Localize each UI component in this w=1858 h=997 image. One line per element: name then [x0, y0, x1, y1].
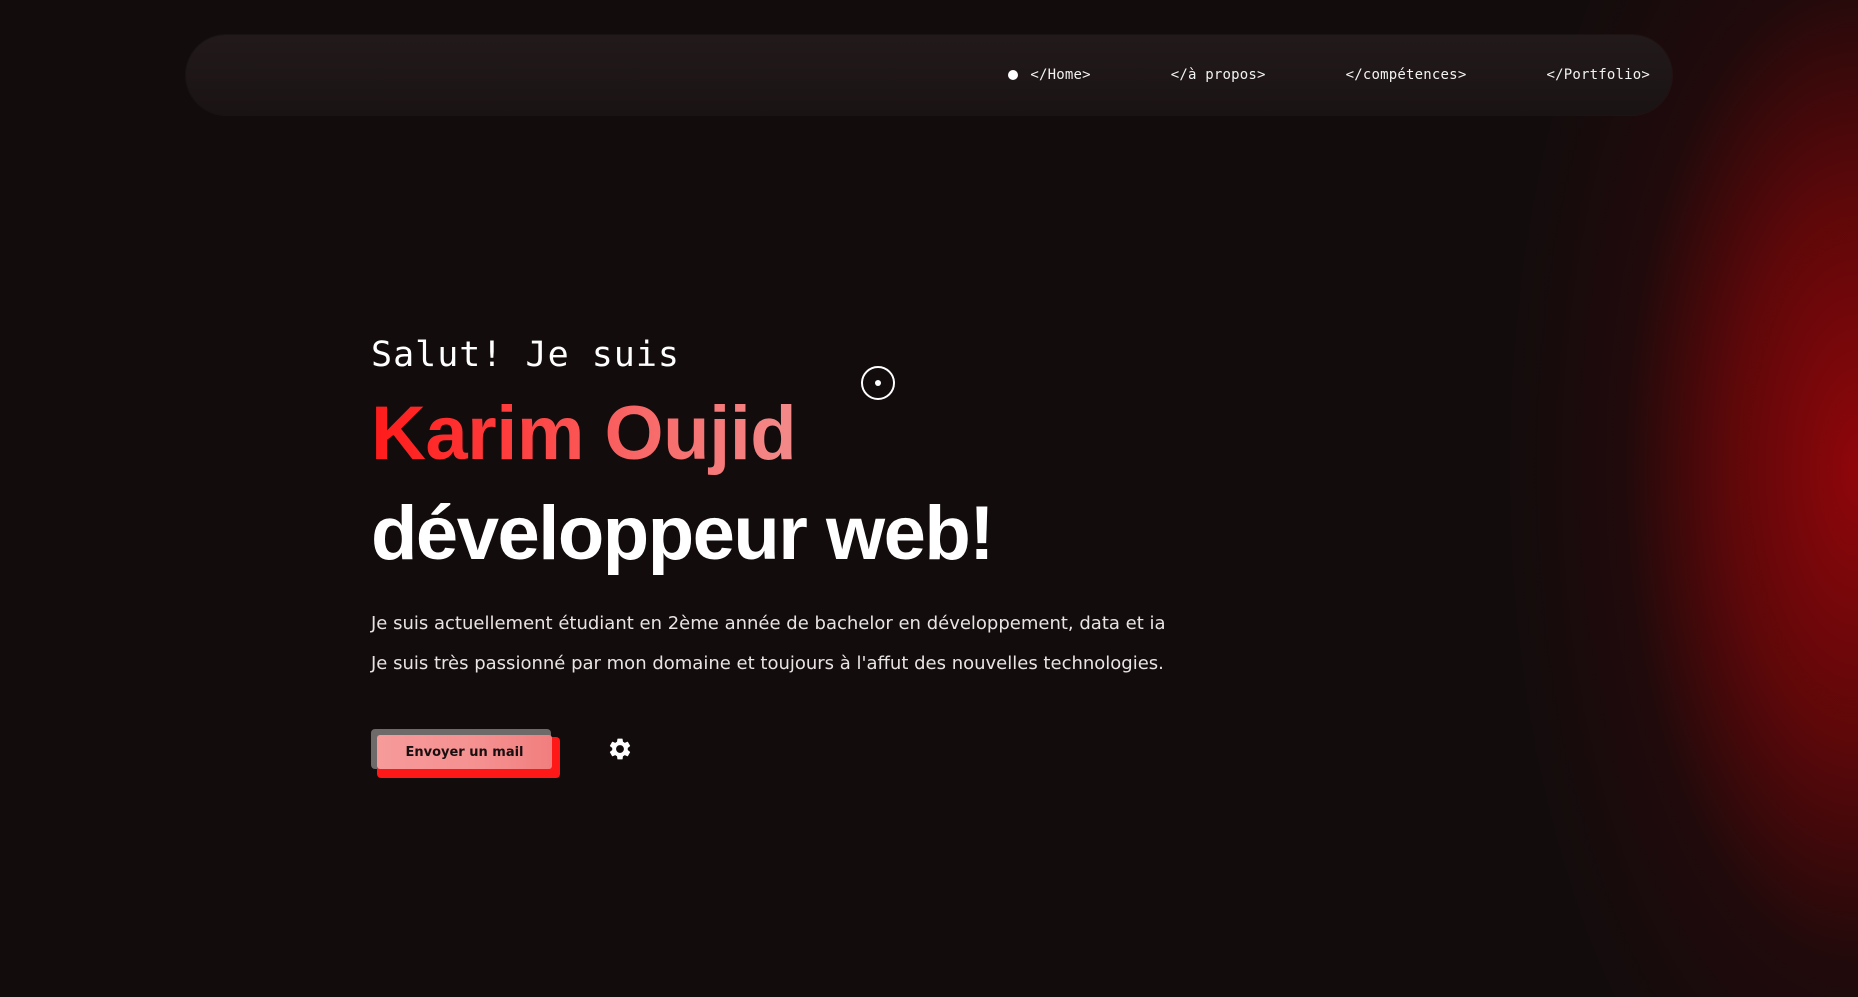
- custom-cursor: [861, 366, 895, 400]
- nav-item-label: </Portfolio>: [1546, 67, 1650, 83]
- nav-item-label: </à propos>: [1170, 67, 1266, 83]
- nav-item-label: </compétences>: [1345, 67, 1467, 83]
- send-mail-button[interactable]: Envoyer un mail: [371, 729, 560, 778]
- hero-role: développeur web!: [371, 491, 995, 576]
- nav-item-a-propos[interactable]: </à propos>: [1171, 67, 1266, 83]
- gear-icon[interactable]: [607, 736, 633, 762]
- hero-greeting: Salut! Je suis: [371, 335, 681, 375]
- navbar: </Home> </à propos> </compétences> </Por…: [186, 35, 1672, 115]
- send-mail-button-label: Envoyer un mail: [405, 744, 524, 760]
- hero-name: Karim Oujid: [371, 384, 797, 484]
- description-line-2: Je suis très passionné par mon domaine e…: [371, 653, 1164, 674]
- nav-item-competences[interactable]: </compétences>: [1346, 67, 1467, 83]
- description-line-1: Je suis actuellement étudiant en 2ème an…: [371, 613, 1166, 634]
- nav-item-portfolio[interactable]: </Portfolio>: [1546, 67, 1650, 83]
- button-face: Envoyer un mail: [377, 735, 552, 769]
- hero-section: Salut! Je suis Karim Oujid développeur w…: [371, 330, 1166, 684]
- cursor-dot: [875, 380, 881, 386]
- active-indicator-dot: [1008, 70, 1019, 80]
- nav-item-home[interactable]: </Home>: [1008, 67, 1091, 83]
- nav-links: </Home> </à propos> </compétences> </Por…: [1008, 35, 1650, 115]
- hero-actions: Envoyer un mail: [371, 729, 633, 778]
- nav-item-label: </Home>: [1030, 67, 1091, 83]
- hero-description: Je suis actuellement étudiant en 2ème an…: [371, 604, 1166, 684]
